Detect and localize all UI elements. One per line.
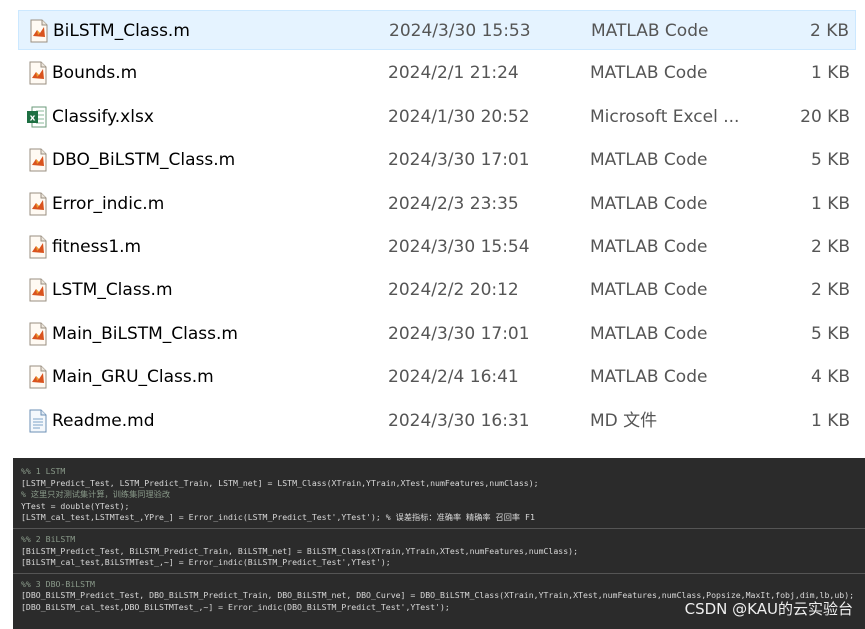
file-row[interactable]: Readme.md 2024/3/30 16:31 MD 文件 1 KB (18, 401, 856, 441)
file-size: 4 KB (810, 367, 850, 388)
file-date: 2024/1/30 20:52 (388, 106, 530, 127)
file-type: MATLAB Code (590, 367, 708, 388)
matlab-file-icon (30, 19, 48, 43)
file-date: 2024/3/30 15:53 (389, 21, 531, 41)
file-type: MATLAB Code (591, 21, 709, 41)
file-size: 1 KB (810, 193, 850, 214)
code-separator (13, 528, 865, 529)
file-type: MATLAB Code (590, 323, 708, 344)
file-date: 2024/2/1 21:24 (388, 63, 519, 84)
matlab-file-icon (29, 278, 47, 302)
file-date: 2024/3/30 17:01 (388, 150, 530, 171)
svg-text:x: x (30, 113, 36, 123)
code-panel: %% 1 LSTM [LSTM_Predict_Test, LSTM_Predic… (13, 458, 865, 629)
matlab-file-icon (29, 322, 47, 346)
matlab-file-icon (29, 235, 47, 259)
file-date: 2024/2/3 23:35 (388, 193, 519, 214)
code-line: YTest = double(YTest); (21, 500, 130, 511)
file-date: 2024/3/30 15:54 (388, 237, 530, 257)
code-comment-line: %% 2 BiLSTM (21, 534, 76, 544)
code-line: [DBO_BiLSTM_cal_test,DBO_BiLSTMTest_,~] … (21, 602, 450, 612)
file-name: Error_indic.m (52, 193, 165, 214)
file-size: 2 KB (810, 237, 850, 257)
file-row[interactable]: BiLSTM_Class.m 2024/3/30 15:53 MATLAB Code… (18, 10, 856, 50)
matlab-file-icon (29, 192, 47, 216)
file-name: BiLSTM_Class.m (53, 21, 190, 41)
file-type: MATLAB Code (590, 150, 708, 171)
file-row[interactable]: DBO_BiLSTM_Class.m 2024/3/30 17:01 MATLAB … (18, 140, 856, 180)
file-row[interactable]: fitness1.m 2024/3/30 15:54 MATLAB Code 2 KB (18, 227, 856, 267)
file-row[interactable]: Bounds.m 2024/2/1 21:24 MATLAB Code 1 KB (18, 53, 856, 93)
text-file-icon (29, 409, 47, 433)
file-name: LSTM_Class.m (52, 280, 173, 301)
watermark: CSDN @KAU的云实验台 (684, 600, 853, 618)
file-type: MD 文件 (590, 410, 658, 431)
file-size: 5 KB (810, 323, 850, 344)
file-type: MATLAB Code (590, 237, 708, 257)
file-date: 2024/2/4 16:41 (388, 367, 519, 388)
excel-file-icon: x (27, 106, 47, 128)
file-row[interactable]: Main_GRU_Class.m 2024/2/4 16:41 MATLAB Cod… (18, 357, 856, 397)
file-name: Readme.md (52, 410, 155, 431)
code-line: [LSTM_cal_test,LSTMTest_,YPre_] = Error_… (21, 512, 535, 523)
code-line: [LSTM_Predict_Test, LSTM_Predict_Train, … (21, 477, 539, 488)
file-name: Classify.xlsx (52, 106, 154, 127)
file-date: 2024/3/30 17:01 (388, 323, 530, 344)
code-comment-line: %% 3 DBO-BiLSTM (21, 578, 95, 589)
file-size: 2 KB (809, 21, 849, 41)
file-type: MATLAB Code (590, 63, 708, 84)
code-line: [BiLSTM_cal_test,BiLSTMTest_,~] = Error_… (21, 557, 391, 568)
file-size: 1 KB (810, 410, 850, 431)
file-row[interactable]: Error_indic.m 2024/2/3 23:35 MATLAB Code 1 … (18, 184, 856, 224)
matlab-file-icon (29, 148, 47, 172)
file-size: 2 KB (810, 280, 850, 301)
file-name: Main_BiLSTM_Class.m (52, 323, 238, 344)
file-date: 2024/2/2 20:12 (388, 280, 519, 301)
code-comment-line: % 这里只对测试集计算，训练集同理验改 (21, 489, 171, 500)
file-size: 20 KB (800, 106, 850, 127)
file-name: Main_GRU_Class.m (52, 367, 214, 388)
file-type: MATLAB Code (590, 280, 708, 301)
file-type: Microsoft Excel ... (590, 106, 740, 127)
code-separator (13, 572, 865, 574)
file-size: 1 KB (810, 63, 850, 84)
matlab-file-icon (29, 61, 47, 85)
matlab-file-icon (29, 365, 47, 389)
file-type: MATLAB Code (590, 193, 708, 214)
file-row[interactable]: x Classify.xlsx 2024/1/30 20:52 Microsoft E… (18, 97, 856, 137)
code-line: [BiLSTM_Predict_Test, BiLSTM_Predict_Tra… (21, 545, 579, 556)
file-name: DBO_BiLSTM_Class.m (52, 150, 236, 171)
file-row[interactable]: Main_BiLSTM_Class.m 2024/3/30 17:01 MATLAB… (18, 314, 856, 354)
file-list: BiLSTM_Class.m 2024/3/30 15:53 MATLAB Code… (0, 0, 865, 448)
code-comment-line: %% 1 LSTM (21, 466, 66, 476)
file-name: Bounds.m (52, 63, 138, 84)
file-size: 5 KB (810, 150, 850, 171)
file-date: 2024/3/30 16:31 (388, 410, 530, 431)
file-name: fitness1.m (52, 237, 142, 257)
file-row[interactable]: LSTM_Class.m 2024/2/2 20:12 MATLAB Code 2 K… (18, 270, 856, 310)
